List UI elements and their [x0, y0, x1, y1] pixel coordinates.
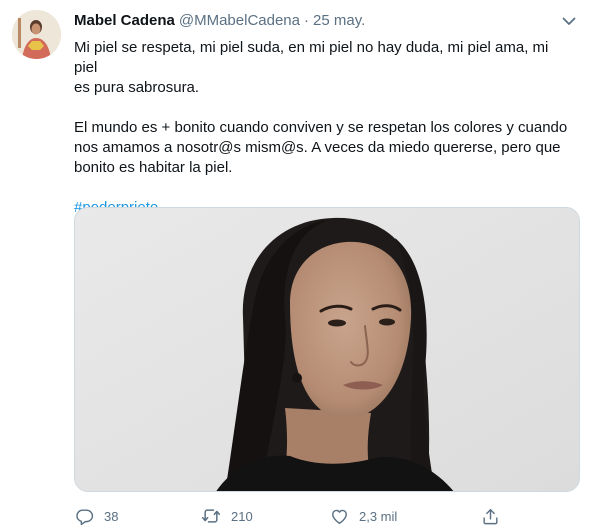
author-handle[interactable]: @MMabelCadena: [179, 12, 300, 29]
share-icon: [480, 506, 500, 526]
author-name[interactable]: Mabel Cadena: [74, 12, 175, 29]
avatar-image: [12, 10, 61, 59]
like-button[interactable]: 2,3 mil: [329, 505, 397, 527]
more-options-button[interactable]: [558, 10, 580, 32]
avatar[interactable]: [12, 10, 61, 59]
tweet-photo[interactable]: [74, 207, 580, 492]
heart-icon: [329, 506, 349, 526]
retweet-count: 210: [231, 508, 253, 524]
share-button[interactable]: [480, 505, 500, 527]
tweet-date[interactable]: 25 may.: [313, 12, 365, 29]
tweet-paragraph: Mi piel se respeta, mi piel suda, en mi …: [74, 39, 549, 96]
separator-dot: ·: [304, 12, 309, 29]
tweet-text: Mi piel se respeta, mi piel suda, en mi …: [74, 38, 574, 218]
tweet-actions: 38 210 2,3 mil: [74, 505, 574, 527]
reply-icon: [74, 506, 94, 526]
retweet-button[interactable]: 210: [201, 505, 253, 527]
chevron-down-icon: [562, 17, 576, 25]
like-count: 2,3 mil: [359, 508, 398, 524]
retweet-icon: [201, 506, 221, 526]
tweet-paragraph: El mundo es + bonito cuando conviven y s…: [74, 119, 568, 176]
reply-count: 38: [104, 508, 119, 524]
portrait-photo: [75, 208, 579, 491]
tweet: Mabel Cadena @MMabelCadena · 25 may. Mi …: [0, 0, 594, 532]
reply-button[interactable]: 38: [74, 505, 118, 527]
tweet-header: Mabel Cadena @MMabelCadena · 25 may.: [74, 12, 365, 32]
